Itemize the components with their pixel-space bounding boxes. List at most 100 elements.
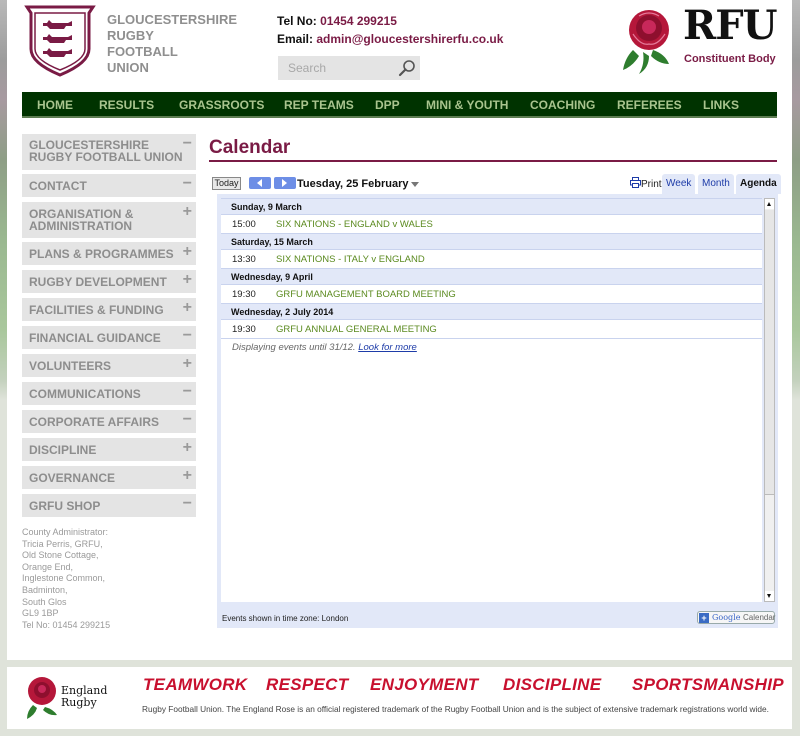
value-discipline: DISCIPLINE (503, 675, 602, 694)
current-date: Tuesday, 25 February (297, 178, 409, 190)
expand-icon[interactable]: + (183, 300, 192, 316)
org-name-line: GLOUCESTERSHIRE (107, 12, 238, 27)
nav-referees[interactable]: REFEREES (617, 98, 682, 112)
org-name-line: UNION (107, 60, 149, 75)
sidebar-item-corporate-affairs[interactable]: CORPORATE AFFAIRS − (22, 410, 196, 433)
agenda-scrollbar[interactable] (764, 198, 775, 602)
event-time: 13:30 (232, 254, 256, 265)
sidebar-item-communications[interactable]: COMMUNICATIONS − (22, 382, 196, 405)
next-button[interactable] (274, 177, 296, 189)
england-rose-icon (27, 677, 57, 719)
today-button[interactable]: Today (212, 177, 241, 190)
agenda-event[interactable]: 15:00 SIX NATIONS - ENGLAND v WALES (221, 214, 762, 233)
agenda-day-header: Wednesday, 9 April (221, 268, 762, 284)
prev-button[interactable] (249, 177, 271, 189)
event-title[interactable]: SIX NATIONS - ITALY v ENGLAND (276, 254, 425, 265)
agenda-day-header: Wednesday, 2 July 2014 (221, 303, 762, 319)
county-admin-address: County Administrator: Tricia Perris, GRF… (22, 527, 110, 631)
collapse-icon[interactable]: − (183, 412, 192, 428)
rfu-logo[interactable]: RFU Constituent Body (619, 2, 784, 78)
value-sportsmanship: SPORTSMANSHIP (632, 675, 784, 694)
value-teamwork: TEAMWORK (143, 675, 248, 694)
nav-mini-youth[interactable]: MINI & YOUTH (426, 98, 508, 112)
tel-label: Tel No: (277, 14, 317, 28)
print-button[interactable]: Print (630, 177, 662, 190)
date-dropdown-icon[interactable] (411, 182, 419, 187)
address-line: GL9 1BP (22, 608, 59, 619)
agenda-event[interactable]: 19:30 GRFU ANNUAL GENERAL MEETING (221, 319, 762, 338)
sidebar-item-label: GRFU SHOP (29, 499, 101, 513)
expand-icon[interactable]: + (183, 244, 192, 260)
displaying-text: Displaying events until 31/12. (232, 342, 356, 353)
add-to-google-calendar-button[interactable]: + Google Calendar (697, 611, 775, 624)
tab-agenda[interactable]: Agenda (736, 174, 781, 194)
expand-icon[interactable]: + (183, 468, 192, 484)
sidebar-item-label: FACILITIES & FUNDING (29, 303, 164, 317)
address-line: Inglestone Common, (22, 573, 106, 584)
agenda-event[interactable]: 13:30 SIX NATIONS - ITALY v ENGLAND (221, 249, 762, 268)
sidebar-item-discipline[interactable]: DISCIPLINE + (22, 438, 196, 461)
printer-icon (630, 177, 641, 188)
collapse-icon[interactable]: − (183, 136, 192, 152)
page-title: Calendar (209, 137, 291, 158)
value-enjoyment: ENJOYMENT (370, 675, 479, 694)
sidebar-item-plans[interactable]: PLANS & PROGRAMMES + (22, 242, 196, 265)
agenda-day-header: Saturday, 15 March (221, 233, 762, 249)
nav-home[interactable]: HOME (37, 98, 73, 112)
england-rugby-logo[interactable]: England Rugby (25, 675, 115, 723)
agenda-panel: Sunday, 9 March 15:00 SIX NATIONS - ENGLA… (217, 194, 778, 628)
scroll-up-arrow-icon[interactable] (765, 199, 774, 209)
look-for-more-link[interactable]: Look for more (358, 342, 417, 353)
nav-dpp[interactable]: DPP (375, 98, 400, 112)
expand-icon[interactable]: + (183, 204, 192, 220)
collapse-icon[interactable]: − (183, 328, 192, 344)
event-title[interactable]: SIX NATIONS - ENGLAND v WALES (276, 219, 433, 230)
main-nav: HOME RESULTS GRASSROOTS REP TEAMS DPP MI… (22, 92, 777, 118)
expand-icon[interactable]: + (183, 440, 192, 456)
event-title[interactable]: GRFU ANNUAL GENERAL MEETING (276, 324, 437, 335)
plus-icon: + (699, 613, 709, 623)
nav-results[interactable]: RESULTS (99, 98, 154, 112)
sidebar-item-facilities[interactable]: FACILITIES & FUNDING + (22, 298, 196, 321)
org-name-line: FOOTBALL (107, 44, 178, 59)
collapse-icon[interactable]: − (183, 496, 192, 512)
search-input[interactable] (278, 56, 396, 80)
nav-links[interactable]: LINKS (703, 98, 739, 112)
sidebar-item-label: ORGANISATION & ADMINISTRATION (29, 208, 133, 232)
scroll-down-arrow-icon[interactable] (765, 591, 774, 601)
page-container: GLOUCESTERSHIRE RUGBY FOOTBALL UNION Tel… (7, 0, 792, 660)
sidebar-item-grfu-shop[interactable]: GRFU SHOP − (22, 494, 196, 517)
sidebar-item-governance[interactable]: GOVERNANCE + (22, 466, 196, 489)
chevron-left-icon (257, 179, 262, 187)
expand-icon[interactable]: + (183, 356, 192, 372)
nav-coaching[interactable]: COACHING (530, 98, 595, 112)
gloucestershire-crest-logo[interactable] (23, 5, 97, 77)
sidebar-item-financial-guidance[interactable]: FINANCIAL GUIDANCE − (22, 326, 196, 349)
tel-value[interactable]: 01454 299215 (320, 14, 397, 28)
sidebar-item-gloucestershire-rfu[interactable]: GLOUCESTERSHIRE RUGBY FOOTBALL UNION − (22, 134, 196, 170)
sidebar-item-label: RUGBY DEVELOPMENT (29, 275, 167, 289)
collapse-icon[interactable]: − (183, 384, 192, 400)
sidebar-item-rugby-development[interactable]: RUGBY DEVELOPMENT + (22, 270, 196, 293)
email-link[interactable]: admin@gloucestershirerfu.co.uk (316, 32, 503, 46)
expand-icon[interactable]: + (183, 272, 192, 288)
email-label: Email: (277, 32, 314, 46)
sidebar-item-label: COMMUNICATIONS (29, 387, 141, 401)
sidebar-item-label: CORPORATE AFFAIRS (29, 415, 160, 429)
search-icon[interactable] (398, 59, 416, 77)
sidebar-item-contact[interactable]: CONTACT − (22, 174, 196, 197)
nav-grassroots[interactable]: GRASSROOTS (179, 98, 264, 112)
nav-rep-teams[interactable]: REP TEAMS (284, 98, 354, 112)
collapse-icon[interactable]: − (183, 176, 192, 192)
sidebar-item-volunteers[interactable]: VOLUNTEERS + (22, 354, 196, 377)
event-title[interactable]: GRFU MANAGEMENT BOARD MEETING (276, 289, 456, 300)
label-line: ADMINISTRATION (29, 219, 133, 233)
displaying-events-note: Displaying events until 31/12. Look for … (221, 338, 762, 356)
calendar-toolbar: Today Tuesday, 25 February Print Week Mo… (212, 174, 781, 194)
agenda-event[interactable]: 19:30 GRFU MANAGEMENT BOARD MEETING (221, 284, 762, 303)
tab-week[interactable]: Week (662, 174, 696, 194)
scrollbar-thumb[interactable] (765, 210, 774, 495)
sidebar-item-organisation[interactable]: ORGANISATION & ADMINISTRATION + (22, 202, 196, 238)
calendar-wordmark: Calendar (743, 613, 776, 622)
tab-month[interactable]: Month (698, 174, 734, 194)
